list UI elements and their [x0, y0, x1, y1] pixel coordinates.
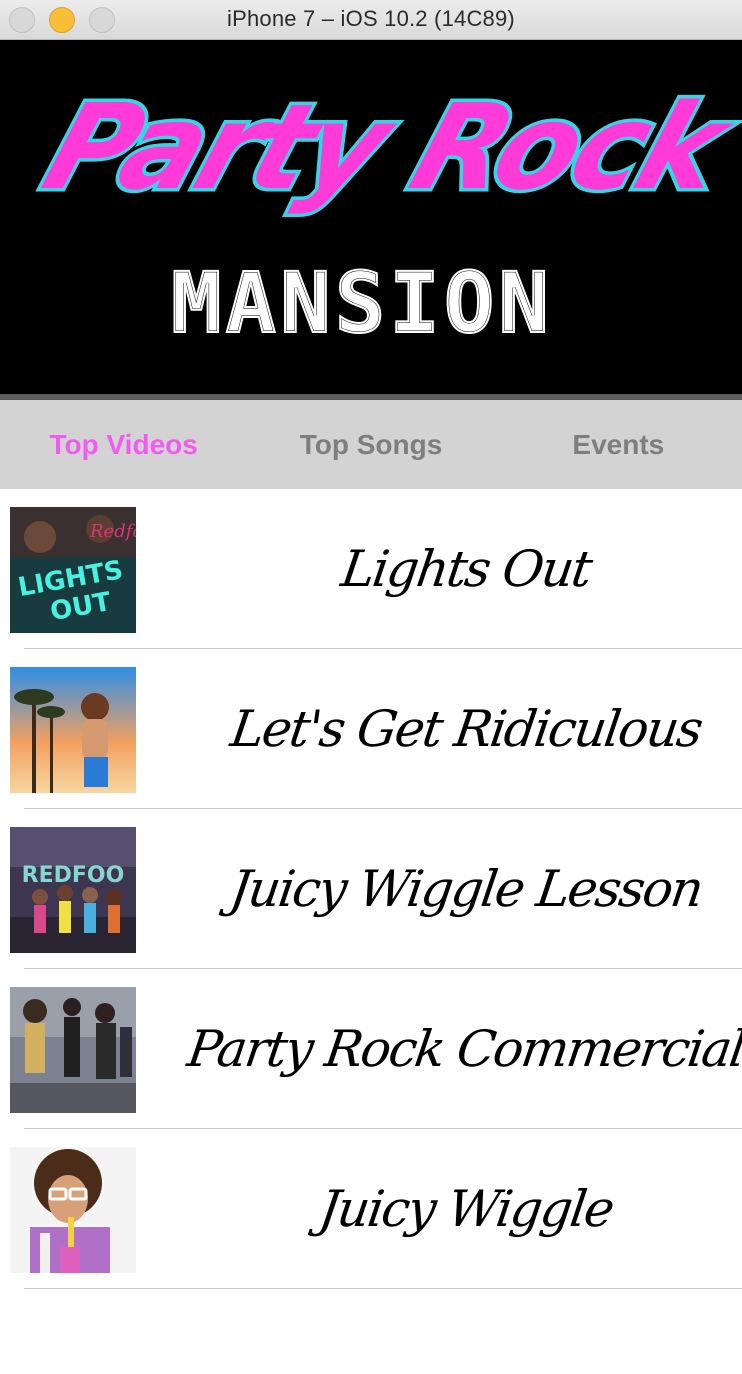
thumb-text: Redfoo — [89, 521, 136, 542]
party-rock-mansion-banner: Party Rock MANSION MANSION — [0, 40, 742, 394]
simulator-title-bar: iPhone 7 – iOS 10.2 (14C89) — [0, 0, 742, 40]
video-thumbnail — [10, 987, 136, 1113]
video-row-party-rock-commercial[interactable]: Party Rock Commercial — [0, 969, 742, 1129]
section-tabs: Top Videos Top Songs Events — [0, 400, 742, 489]
video-thumbnail — [10, 667, 136, 793]
video-title: Party Rock Commercial — [184, 1020, 742, 1078]
video-thumbnail — [10, 1147, 136, 1273]
tab-top-videos[interactable]: Top Videos — [0, 400, 247, 489]
video-thumbnail: REDFOO — [10, 827, 136, 953]
video-thumbnail: Redfoo LIGHTS OUT — [10, 507, 136, 633]
video-row-juicy-wiggle[interactable]: Juicy Wiggle — [0, 1129, 742, 1289]
thumb-text: REDFOO — [22, 863, 125, 888]
row-separator — [24, 1288, 742, 1289]
video-row-juicy-wiggle-lesson[interactable]: REDFOO Juicy Wiggle Lesson — [0, 809, 742, 969]
video-list: Redfoo LIGHTS OUT Lights Out — [0, 489, 742, 1289]
tab-top-songs[interactable]: Top Songs — [247, 400, 494, 489]
window-title: iPhone 7 – iOS 10.2 (14C89) — [227, 6, 515, 31]
tab-events[interactable]: Events — [495, 400, 742, 489]
video-title: Juicy Wiggle — [315, 1180, 617, 1238]
video-row-lets-get-ridiculous[interactable]: Let's Get Ridiculous — [0, 649, 742, 809]
video-row-lights-out[interactable]: Redfoo LIGHTS OUT Lights Out — [0, 489, 742, 649]
video-title: Let's Get Ridiculous — [227, 700, 705, 758]
banner-logo: Party Rock MANSION MANSION — [26, 75, 742, 353]
banner-line1: Party Rock — [29, 79, 742, 216]
banner-line2-outline: MANSION — [171, 254, 553, 352]
video-title: Juicy Wiggle Lesson — [226, 860, 706, 918]
video-title: Lights Out — [337, 540, 595, 598]
